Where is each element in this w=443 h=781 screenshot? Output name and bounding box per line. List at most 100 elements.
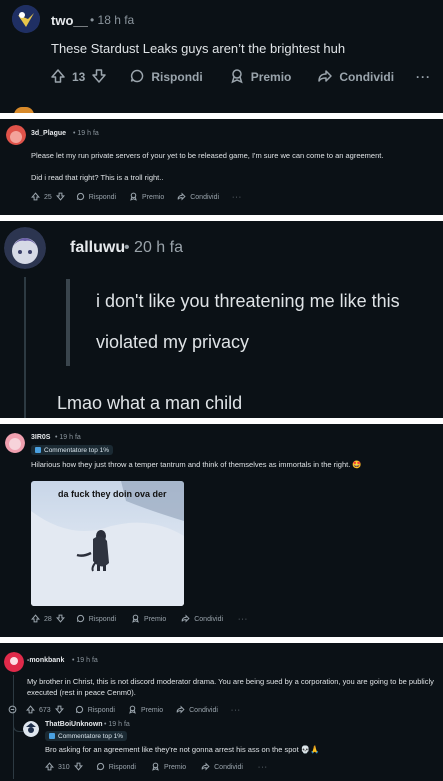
reply-button[interactable]: Rispondi — [76, 192, 116, 203]
share-button[interactable]: Condividi — [177, 192, 219, 203]
award-button[interactable]: Premio — [128, 705, 163, 716]
share-icon — [317, 68, 333, 87]
collapse-thread-icon[interactable] — [8, 705, 17, 716]
share-label: Condividi — [189, 707, 218, 714]
quote-line: violated my privacy — [96, 332, 250, 352]
comment-author[interactable]: two__ — [51, 13, 88, 28]
comment-author[interactable]: ThatBoiUnknown — [45, 721, 103, 728]
comment-actions: 13 Rispondi Premio Condividi ··· — [50, 68, 431, 86]
partial-avatar — [14, 107, 34, 113]
user-avatar-icon — [23, 721, 39, 737]
image-caption: da fuck they doin ova der — [58, 489, 167, 499]
reply-button[interactable]: Rispondi — [75, 705, 115, 716]
downvote-icon[interactable] — [73, 762, 83, 773]
more-options-icon[interactable]: ··· — [231, 707, 241, 714]
comment-bubble-icon — [129, 68, 145, 87]
share-label: Condividi — [194, 616, 224, 623]
comment-author[interactable]: 3IR0S — [31, 434, 50, 441]
comment-actions: 28 Rispondi Premio Condividi ··· — [31, 614, 248, 625]
award-label: Premio — [140, 707, 164, 714]
user-avatar-icon — [5, 433, 25, 453]
share-icon — [181, 614, 190, 625]
status-badge: Commentatore top 1% — [45, 731, 128, 741]
award-label: Premio — [142, 194, 165, 201]
comment-actions: 25 Rispondi Premio Condividi ··· — [31, 192, 242, 203]
badge-label: Commentatore top 1% — [58, 732, 124, 740]
upvote-icon[interactable] — [45, 762, 54, 773]
downvote-icon[interactable] — [91, 68, 107, 87]
award-icon — [131, 614, 140, 625]
award-label: Premio — [250, 70, 292, 84]
award-button[interactable]: Premio — [151, 762, 186, 773]
upvote-icon[interactable] — [50, 68, 66, 87]
award-button[interactable]: Premio — [131, 614, 166, 625]
badge-icon — [49, 733, 55, 739]
comment-time: • 19 h fa — [55, 434, 81, 441]
avatar[interactable] — [23, 721, 39, 737]
award-button[interactable]: Premio — [129, 192, 164, 203]
reply-label: Rispondi — [88, 194, 117, 201]
upvote-icon[interactable] — [31, 614, 40, 625]
more-options-icon[interactable]: ··· — [416, 70, 431, 84]
comment-author[interactable]: 3d_Plague — [31, 130, 66, 137]
reply-button[interactable]: Rispondi — [76, 614, 116, 625]
reply-label: Rispondi — [87, 707, 115, 714]
comment-panel-2: 3d_Plague • 19 h fa Please let my run pr… — [0, 119, 443, 215]
share-icon — [176, 705, 185, 716]
award-icon — [229, 68, 245, 87]
user-avatar-icon — [6, 125, 26, 145]
award-icon — [129, 192, 138, 203]
share-icon — [201, 762, 210, 773]
reply-label: Rispondi — [88, 616, 117, 623]
avatar[interactable] — [12, 5, 40, 33]
share-label: Condividi — [339, 70, 395, 84]
comment-actions: 310 Rispondi Premio Condividi ··· — [45, 762, 268, 773]
comment-panel-4: 3IR0S • 19 h fa Commentatore top 1% Hila… — [0, 424, 443, 637]
comment-author[interactable]: -monkbank — [27, 657, 64, 664]
share-button[interactable]: Condividi — [201, 762, 243, 773]
comment-image[interactable]: da fuck they doin ova der — [31, 481, 184, 606]
upvote-icon[interactable] — [26, 705, 35, 716]
vote-count: 310 — [58, 764, 70, 771]
comment-time: • 18 h fa — [90, 13, 135, 27]
avatar[interactable] — [4, 227, 46, 269]
share-button[interactable]: Condividi — [176, 705, 218, 716]
downvote-icon[interactable] — [55, 614, 65, 625]
reply-label: Rispondi — [151, 70, 203, 84]
comment-panel-5: -monkbank • 19 h fa My brother in Christ… — [0, 643, 443, 781]
user-avatar-icon — [4, 652, 24, 672]
comment-time: • 19 h fa — [73, 130, 99, 137]
upvote-icon[interactable] — [31, 192, 40, 203]
reply-label: Rispondi — [108, 764, 136, 771]
comment-time: • 19 h fa — [104, 721, 130, 728]
comment-author[interactable]: falluwu — [70, 239, 125, 257]
comment-actions: 673 Rispondi Premio Condividi ··· — [8, 705, 241, 716]
avatar[interactable] — [4, 652, 24, 672]
award-label: Premio — [144, 616, 167, 623]
vote-count: 13 — [72, 70, 86, 84]
cat-in-snow-image — [31, 481, 184, 606]
comment-bubble-icon — [76, 614, 85, 625]
comment-text: Bro asking for an agreement like they're… — [45, 745, 320, 754]
quote-line: i don't like you threatening me like thi… — [96, 291, 400, 311]
award-icon — [128, 705, 137, 716]
reply-button[interactable]: Rispondi — [96, 762, 136, 773]
downvote-icon[interactable] — [54, 705, 64, 716]
more-options-icon[interactable]: ··· — [232, 194, 242, 201]
avatar[interactable] — [6, 125, 26, 145]
comment-time: • 19 h fa — [72, 657, 98, 664]
more-options-icon[interactable]: ··· — [258, 764, 268, 771]
downvote-icon[interactable] — [55, 192, 65, 203]
comment-text: Did i read that right? This is a troll r… — [31, 173, 164, 182]
award-button[interactable]: Premio — [229, 68, 292, 87]
share-button[interactable]: Condividi — [317, 68, 394, 87]
more-options-icon[interactable]: ··· — [238, 616, 248, 623]
comment-text: These Stardust Leaks guys aren’t the bri… — [51, 41, 346, 56]
share-button[interactable]: Condividi — [181, 614, 223, 625]
share-label: Condividi — [214, 764, 243, 771]
reply-button[interactable]: Rispondi — [129, 68, 203, 87]
award-icon — [151, 762, 160, 773]
avatar[interactable] — [5, 433, 25, 453]
badge-label: Commentatore top 1% — [44, 446, 110, 454]
share-label: Condividi — [190, 194, 220, 201]
